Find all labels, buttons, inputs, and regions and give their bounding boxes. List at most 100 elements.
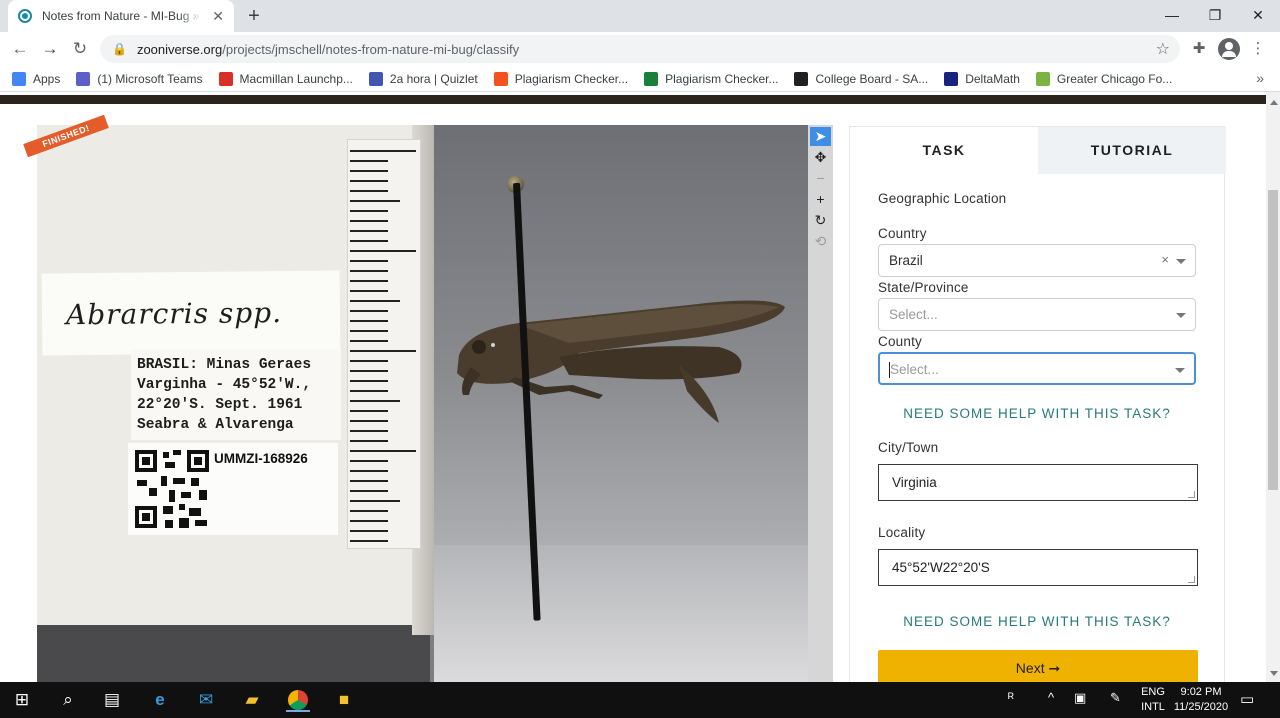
bookmark-favicon-icon (218, 71, 233, 86)
profile-avatar-icon[interactable] (1218, 38, 1240, 60)
locality-field[interactable]: 45°52'W22°20'S (878, 549, 1198, 586)
mail-icon[interactable]: ✉ (194, 688, 218, 712)
reset-view-icon[interactable]: ⟲ (810, 232, 831, 251)
zoom-out-icon[interactable]: − (810, 169, 831, 188)
bookmark-item[interactable]: Plagiarism Checker... (644, 71, 779, 86)
extensions-puzzle-icon[interactable]: ✚ (1187, 37, 1211, 61)
address-bar[interactable]: 🔒 zooniverse.org/projects/jmschell/notes… (100, 35, 1180, 63)
specimen-id: UMMZI-168926 (214, 451, 308, 466)
back-arrow-icon[interactable]: ← (8, 37, 32, 61)
window-close-button[interactable]: ✕ (1236, 0, 1280, 30)
bookmark-item[interactable]: DeltaMath (944, 71, 1020, 86)
chrome-menu-icon[interactable]: ⋮ (1246, 37, 1270, 61)
bookmark-star-icon[interactable]: ☆ (1156, 39, 1170, 59)
tab-tutorial[interactable]: TUTORIAL (1038, 127, 1226, 174)
bookmark-item[interactable]: Apps (12, 71, 60, 86)
chrome-icon[interactable] (286, 688, 310, 712)
county-select[interactable]: Select... (878, 352, 1196, 385)
bookmark-item[interactable]: (1) Microsoft Teams (76, 71, 203, 86)
next-button[interactable]: Next ➞ (878, 650, 1198, 682)
zoom-in-icon[interactable]: + (810, 190, 831, 209)
bookmark-item[interactable]: Greater Chicago Fo... (1035, 71, 1172, 86)
pen-icon[interactable]: ✎ (1110, 690, 1121, 706)
ruler-tick (350, 410, 388, 412)
qr-code-icon (133, 448, 211, 530)
state-select[interactable]: Select... (878, 298, 1196, 331)
grasshopper-specimen-image (457, 300, 785, 423)
move-tool-icon[interactable]: ✥ (810, 148, 831, 167)
ruler-tick (350, 180, 388, 182)
county-placeholder: Select... (890, 362, 939, 377)
input-language[interactable]: ENG INTL (1138, 685, 1168, 715)
locality-line: Seabra & Alvarenga (137, 417, 294, 433)
photo-floor (434, 545, 808, 682)
ruler-tick (350, 260, 388, 262)
reload-icon[interactable]: ↻ (68, 37, 92, 61)
chevron-down-icon[interactable] (1175, 368, 1185, 373)
bookmark-item[interactable]: Plagiarism Checker... (493, 71, 629, 86)
windows-start-icon[interactable]: ⊞ (10, 688, 34, 712)
ruler-tick (350, 530, 388, 532)
section-title: Geographic Location (878, 191, 1007, 206)
notifications-icon[interactable]: ▭ (1240, 690, 1254, 708)
chevron-down-icon[interactable] (1176, 259, 1186, 264)
task-view-icon[interactable]: ▤ (100, 688, 124, 712)
bookmark-item[interactable]: Macmillan Launchp... (218, 71, 353, 86)
maximize-button[interactable]: ❐ (1193, 0, 1237, 30)
state-placeholder: Select... (889, 307, 938, 322)
help-link[interactable]: NEED SOME HELP WITH THIS TASK? (878, 614, 1196, 629)
scroll-up-icon[interactable] (1270, 100, 1278, 105)
ruler-tick (350, 450, 416, 452)
country-select[interactable]: Brazil × (878, 244, 1196, 277)
tab-task[interactable]: TASK (850, 127, 1038, 174)
bookmark-label: Plagiarism Checker... (514, 71, 629, 86)
scale-ruler (347, 139, 421, 549)
page-header-band (0, 95, 1266, 104)
species-label: Abrarcris spp. (41, 270, 341, 356)
scrollbar-thumb[interactable] (1268, 190, 1278, 490)
locality-line: 22°20'S. Sept. 1961 (137, 397, 303, 413)
new-tab-button[interactable]: + (242, 4, 266, 28)
subject-image[interactable]: Abrarcris spp. BRASIL: Minas Geraes Varg… (37, 125, 808, 682)
bookmark-item[interactable]: College Board - SA... (794, 71, 928, 86)
ruler-tick (350, 220, 388, 222)
tab-title: Notes from Nature - MI-Bug » Cl (42, 9, 202, 23)
battery-icon[interactable]: ▣ (1074, 690, 1086, 706)
help-link[interactable]: NEED SOME HELP WITH THIS TASK? (878, 406, 1196, 421)
edge-icon[interactable]: e (148, 688, 172, 712)
ruler-tick (350, 250, 416, 252)
browser-tab[interactable]: Notes from Nature - MI-Bug » Cl ✕ (8, 0, 234, 32)
pointer-tool-icon[interactable]: ➤ (810, 127, 831, 146)
browser-toolbar: ← → ↻ 🔒 zooniverse.org/projects/jmschell… (0, 32, 1280, 66)
barcode-label: UMMZI-168926 (128, 443, 338, 535)
bookmark-item[interactable]: 2a hora | Quizlet (368, 71, 478, 86)
clear-icon[interactable]: × (1161, 252, 1169, 267)
bookmarks-overflow-icon[interactable]: » (1256, 70, 1264, 86)
sticky-notes-icon[interactable]: ■ (332, 688, 356, 712)
tray-chevron-icon[interactable]: ^ (1048, 690, 1054, 705)
tab-close-icon[interactable]: ✕ (212, 8, 224, 25)
locality-label: BRASIL: Minas Geraes Varginha - 45°52'W.… (131, 350, 341, 440)
file-explorer-icon[interactable]: ▰ (240, 688, 264, 712)
people-icon[interactable]: ᴿ (1008, 690, 1014, 705)
system-clock[interactable]: 9:02 PM 11/25/2020 (1172, 685, 1230, 715)
rotate-icon[interactable]: ↻ (810, 211, 831, 230)
ruler-tick (350, 170, 388, 172)
ruler-tick (350, 150, 416, 152)
bookmark-label: (1) Microsoft Teams (97, 71, 203, 86)
bookmark-label: Plagiarism Checker... (665, 71, 779, 86)
url-text: zooniverse.org/projects/jmschell/notes-f… (136, 41, 520, 57)
resize-handle-icon[interactable] (1188, 491, 1195, 498)
bookmarks-bar: Apps (1) Microsoft Teams Macmillan Launchp… (0, 66, 1280, 92)
search-icon[interactable]: ⌕ (56, 688, 80, 712)
forward-arrow-icon[interactable]: → (38, 37, 62, 61)
ruler-tick (350, 230, 388, 232)
chevron-down-icon[interactable] (1176, 313, 1186, 318)
ruler-tick (350, 440, 388, 442)
locality-line: Varginha - 45°52'W., (137, 377, 312, 393)
resize-handle-icon[interactable] (1188, 576, 1195, 583)
minimize-button[interactable]: — (1150, 0, 1194, 30)
city-field[interactable]: Virginia (878, 464, 1198, 501)
scroll-down-icon[interactable] (1270, 671, 1278, 676)
ruler-tick (350, 240, 388, 242)
